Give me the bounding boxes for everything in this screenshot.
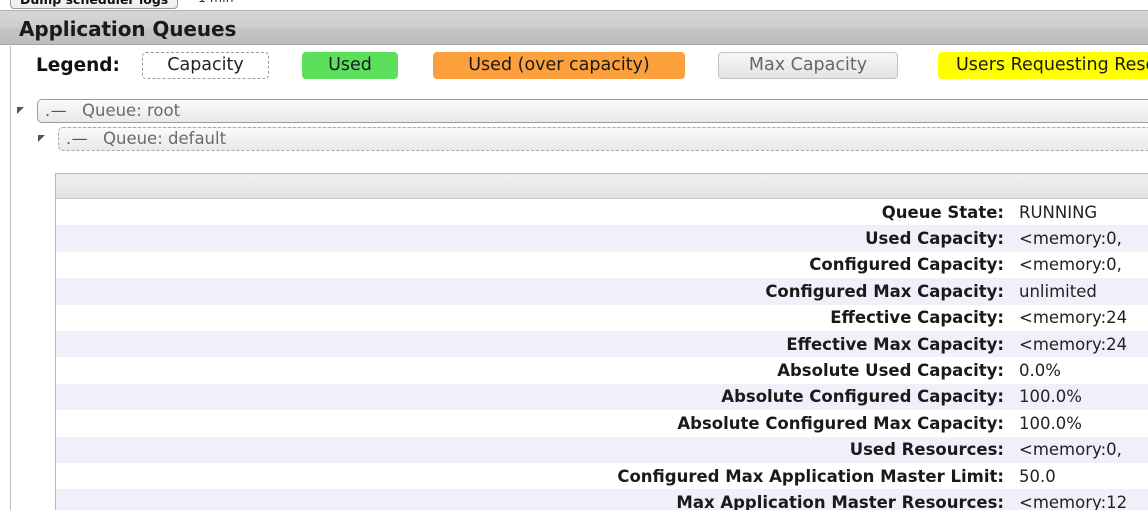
queue-marker-icon: .— (66, 129, 89, 148)
table-row: Used Capacity: <memory:0, (56, 225, 1148, 252)
detail-key: Absolute Used Capacity: (777, 361, 1004, 381)
detail-key: Used Capacity: (865, 229, 1004, 249)
panel-left-divider (10, 46, 11, 510)
detail-value: <memory:0, (1019, 255, 1122, 275)
collapse-triangle-icon[interactable] (38, 135, 45, 142)
table-row: Absolute Configured Max Capacity: 100.0% (56, 410, 1148, 437)
collapse-triangle-icon[interactable] (17, 107, 24, 114)
table-row: Max Application Master Resources: <memory… (56, 489, 1148, 510)
detail-key: Configured Max Application Master Limit: (617, 466, 1004, 486)
detail-key: Configured Max Capacity: (765, 281, 1004, 301)
table-row: Configured Max Application Master Limit:… (56, 462, 1148, 490)
detail-key: Used Resources: (849, 440, 1004, 460)
dump-scheduler-logs-button[interactable]: Dump scheduler logs (10, 0, 179, 9)
detail-key: Absolute Configured Max Capacity: (677, 413, 1004, 433)
detail-value: 50.0 (1019, 466, 1056, 486)
table-body: Queue State: RUNNING Used Capacity: <memory… (56, 199, 1148, 510)
detail-value: 100.0% (1019, 413, 1082, 433)
detail-key: Effective Max Capacity: (786, 334, 1004, 354)
table-row: Absolute Used Capacity: 0.0% (56, 357, 1148, 384)
page-title: Application Queues (19, 17, 237, 41)
detail-key: Absolute Configured Capacity: (721, 387, 1004, 407)
detail-value: 0.0% (1019, 361, 1061, 381)
queue-label-root: Queue: root (82, 101, 181, 120)
legend-item-used-over-capacity: Used (over capacity) (433, 52, 685, 79)
legend: Legend: Capacity Used Used (over capacit… (0, 52, 1148, 86)
queue-label-default: Queue: default (103, 129, 227, 148)
queue-marker-icon: .— (45, 101, 68, 120)
scheduler-toolbar: Dump scheduler logs 1 min (0, 0, 1148, 10)
queue-bar-default[interactable]: .— Queue: default (58, 127, 1148, 151)
table-row: Effective Max Capacity: <memory:24 (56, 330, 1148, 358)
detail-key: Configured Capacity: (809, 255, 1004, 275)
table-row: Absolute Configured Capacity: 100.0% (56, 383, 1148, 411)
application-queues-header: Application Queues (0, 10, 1148, 45)
legend-item-max-capacity: Max Capacity (718, 52, 898, 79)
table-row: Used Resources: <memory:0, (56, 436, 1148, 463)
detail-value: <memory:24 (1019, 334, 1128, 354)
detail-value: unlimited (1019, 281, 1097, 301)
detail-key: Queue State: (881, 202, 1004, 222)
detail-key: Effective Capacity: (830, 308, 1004, 328)
detail-value: <memory:0, (1019, 440, 1122, 460)
table-row: Configured Max Capacity: unlimited (56, 278, 1148, 305)
detail-value: RUNNING (1019, 202, 1098, 222)
detail-value: <memory:24 (1019, 308, 1128, 328)
dump-interval-label: 1 min (198, 0, 234, 5)
queue-bar-root[interactable]: .— Queue: root (37, 99, 1148, 123)
table-header-bar (56, 174, 1148, 199)
table-row: Effective Capacity: <memory:24 (56, 304, 1148, 331)
detail-key: Max Application Master Resources: (676, 492, 1004, 510)
scheduler-panel-body: Legend: Capacity Used Used (over capacit… (0, 46, 1148, 510)
detail-value: 100.0% (1019, 387, 1082, 407)
scheduler-page: Dump scheduler logs 1 min Application Qu… (0, 0, 1148, 510)
table-row: Queue State: RUNNING (56, 199, 1148, 226)
detail-value: <memory:0, (1019, 229, 1122, 249)
detail-value: <memory:12 (1019, 492, 1128, 510)
legend-item-users-requesting-resources: Users Requesting Resources (938, 52, 1148, 79)
legend-item-capacity: Capacity (142, 52, 269, 79)
queue-details-table: Queue State: RUNNING Used Capacity: <memory… (55, 173, 1148, 510)
legend-label: Legend: (36, 55, 120, 76)
legend-item-used: Used (302, 52, 398, 79)
table-row: Configured Capacity: <memory:0, (56, 251, 1148, 279)
